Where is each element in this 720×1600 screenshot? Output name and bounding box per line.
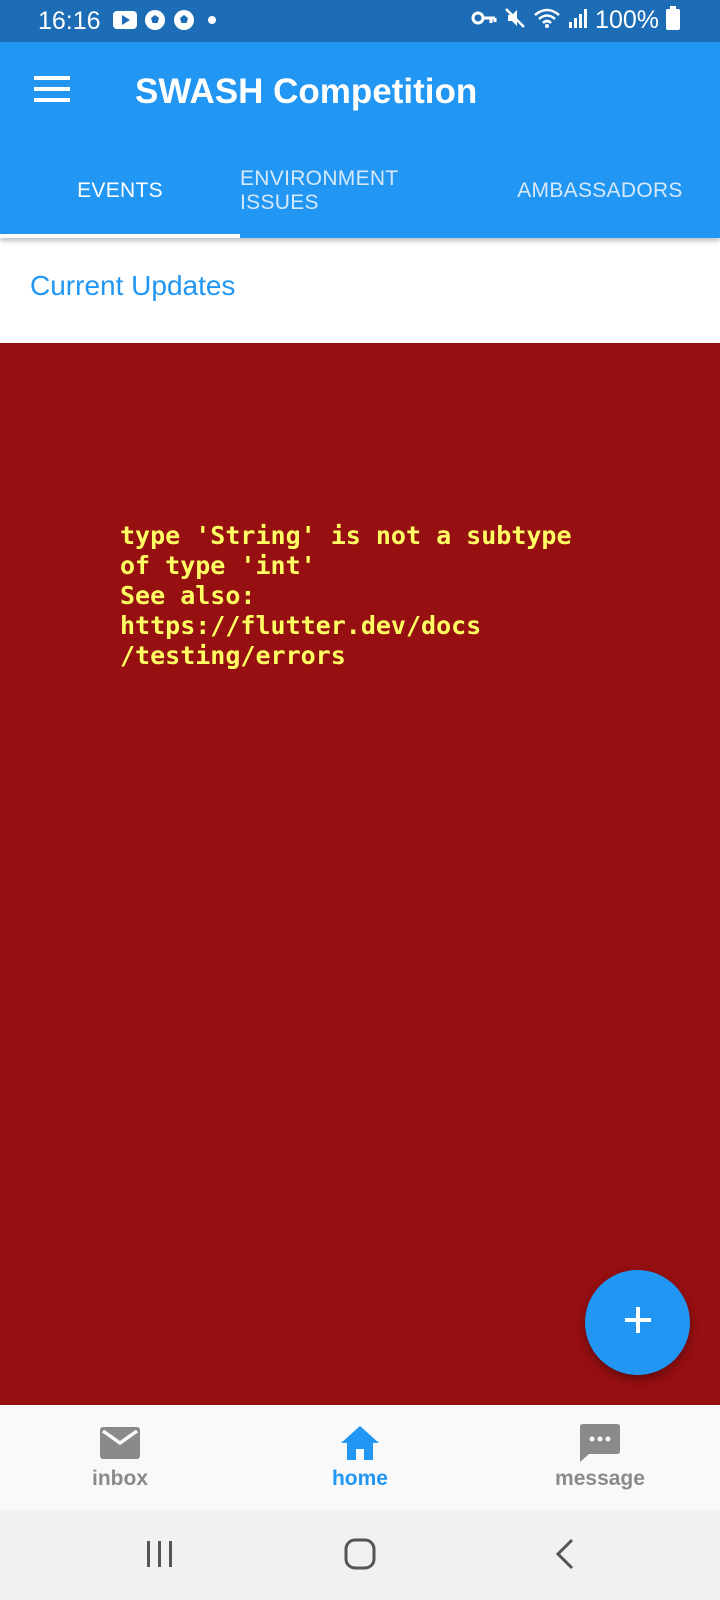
back-icon: [554, 1538, 576, 1575]
add-button[interactable]: [585, 1270, 690, 1375]
nav-label-inbox: inbox: [92, 1467, 148, 1490]
bottom-navigation: inbox home message: [0, 1405, 720, 1510]
plus-icon: [623, 1305, 653, 1340]
nav-label-home: home: [331, 1467, 388, 1490]
recents-icon: [145, 1540, 175, 1573]
nav-item-message[interactable]: message: [480, 1405, 720, 1510]
battery-percent: 100%: [595, 6, 659, 34]
nav-item-inbox[interactable]: inbox: [0, 1405, 240, 1510]
system-navigation-bar: [0, 1510, 720, 1600]
hamburger-menu-icon: [34, 75, 70, 107]
mute-icon: [504, 7, 526, 34]
error-message: type 'String' is not a subtype of type '…: [120, 521, 572, 670]
menu-button[interactable]: [22, 66, 82, 116]
tab-ambassadors[interactable]: AMBASSADORS: [480, 148, 720, 234]
dot-icon: [202, 10, 222, 35]
wifi-icon: [533, 7, 561, 34]
key-icon: [471, 9, 497, 32]
back-button[interactable]: [535, 1532, 595, 1580]
status-bar: 16:16 100%: [0, 0, 720, 42]
system-status-icons: 100%: [471, 6, 680, 35]
battery-icon: [666, 6, 680, 35]
nav-item-home[interactable]: home: [240, 1405, 480, 1510]
notification-icons: [113, 9, 222, 36]
status-time: 16:16: [38, 7, 101, 35]
chat-icon: [580, 1423, 620, 1463]
home-icon: [340, 1423, 380, 1463]
signal-icon: [568, 8, 588, 33]
mail-icon: [100, 1423, 140, 1463]
tab-events[interactable]: EVENTS: [0, 148, 240, 234]
soccer-ball-icon: [173, 9, 195, 36]
tab-indicator: [0, 234, 240, 238]
nav-label-message: message: [555, 1467, 645, 1490]
tab-bar: EVENTS ENVIRONMENT ISSUES AMBASSADORS: [0, 148, 720, 238]
soccer-ball-icon: [144, 9, 166, 36]
tab-environment-issues[interactable]: ENVIRONMENT ISSUES: [240, 148, 480, 234]
section-title: Current Updates: [30, 270, 236, 301]
youtube-icon: [113, 11, 137, 34]
recents-button[interactable]: [130, 1532, 190, 1580]
error-panel: type 'String' is not a subtype of type '…: [0, 343, 720, 1405]
app-bar: SWASH Competition: [0, 42, 720, 148]
system-home-button[interactable]: [330, 1532, 390, 1580]
home-circle-icon: [344, 1538, 376, 1575]
app-title: SWASH Competition: [135, 72, 478, 111]
